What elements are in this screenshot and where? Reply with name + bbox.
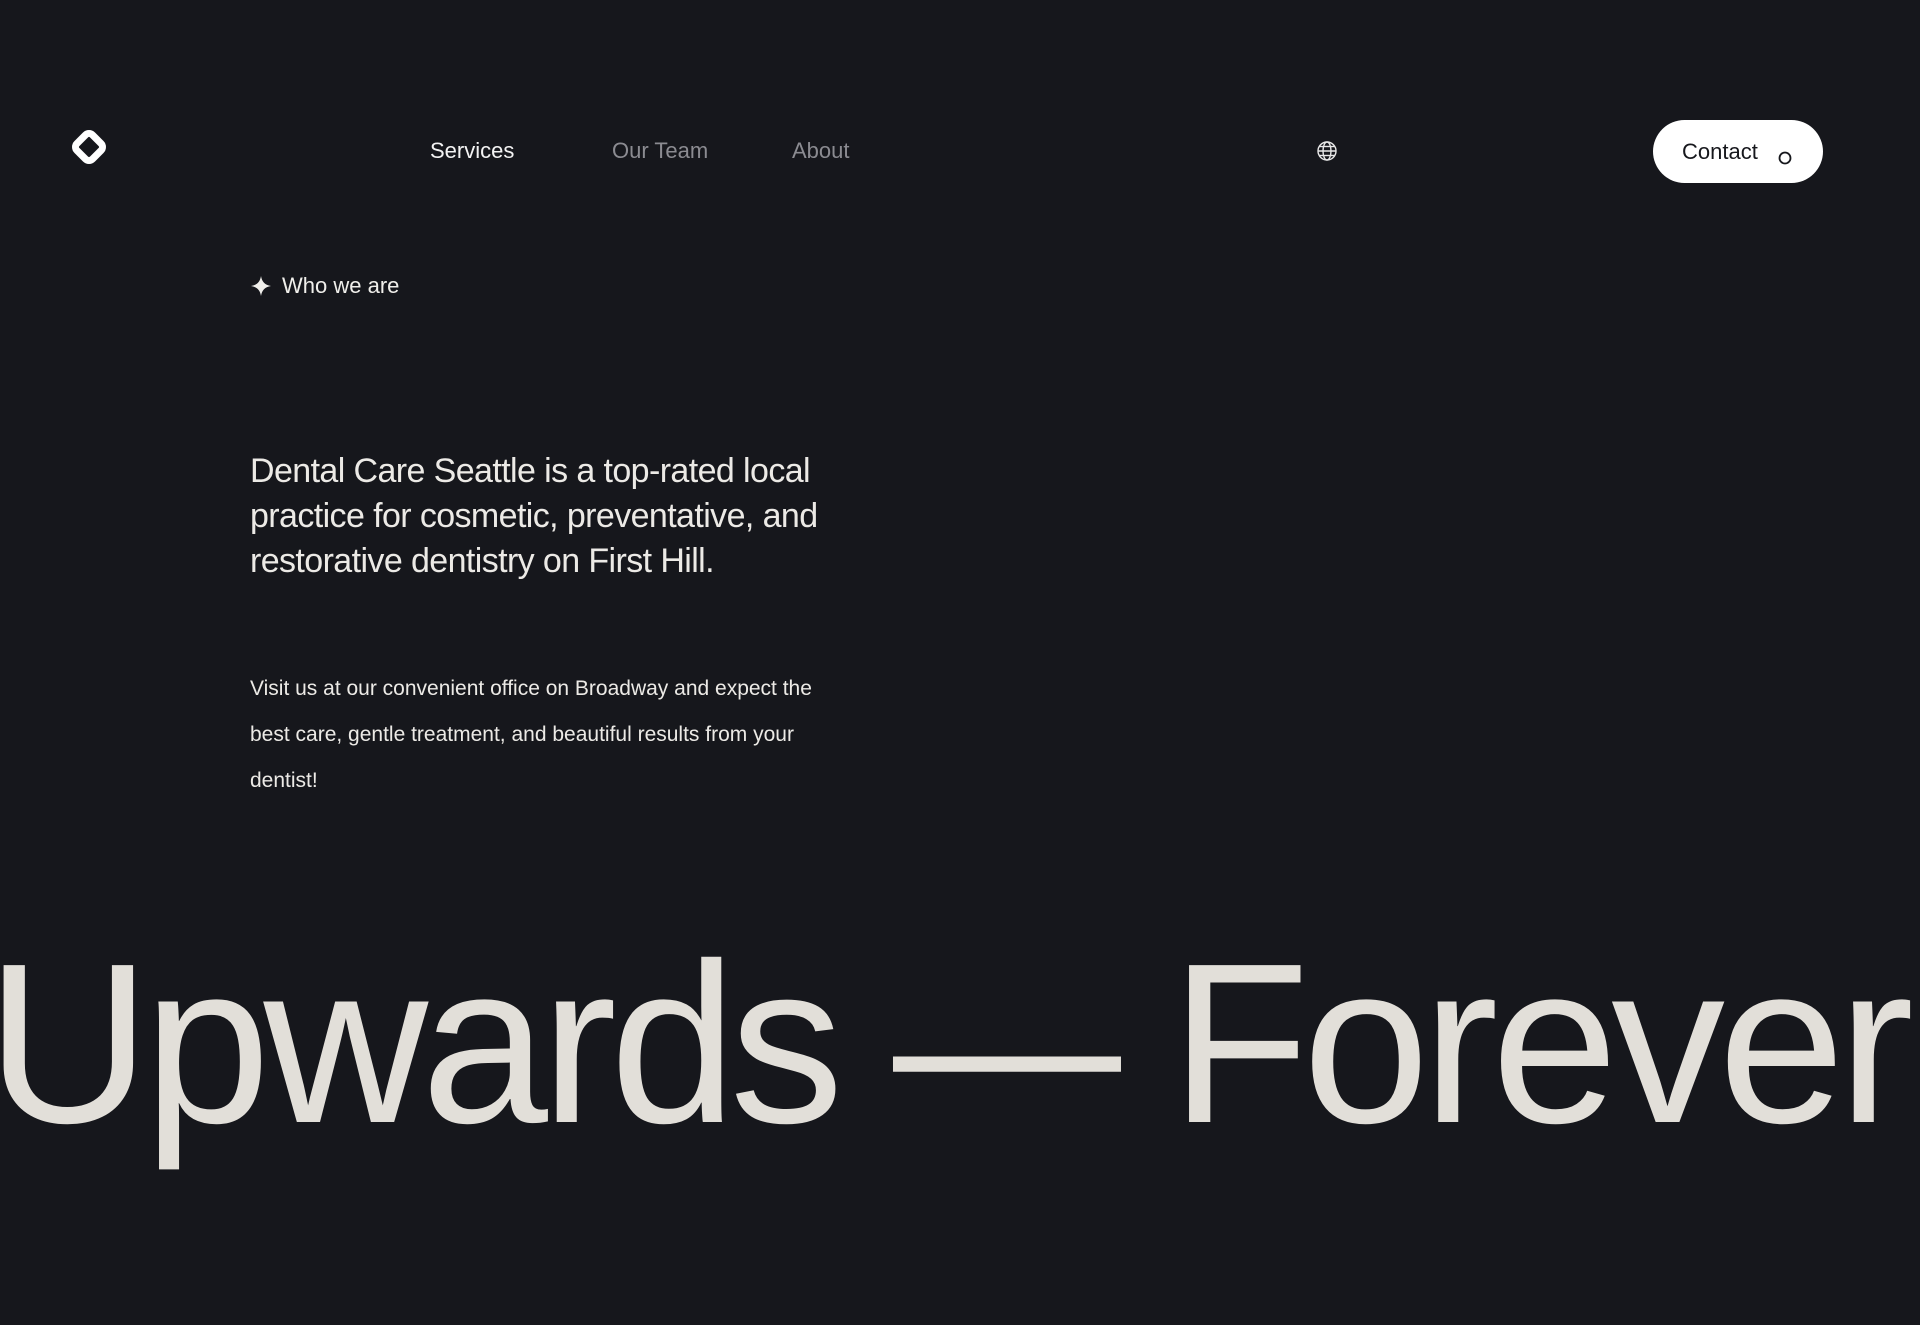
intro-headline: Dental Care Seattle is a top-rated local…: [250, 452, 818, 580]
nav-link-about[interactable]: About: [792, 137, 850, 165]
nav-link-our-team[interactable]: Our Team: [612, 137, 708, 165]
nav-link-services[interactable]: Services: [430, 137, 514, 165]
logo-icon[interactable]: [69, 127, 109, 167]
circle-icon: [1778, 145, 1792, 165]
contact-button[interactable]: Contact: [1653, 120, 1823, 183]
intro-body: Visit us at our convenient office on Bro…: [250, 677, 812, 792]
eyebrow-label: Who we are: [282, 273, 400, 298]
page: Services Our Team About Contact Who we a…: [0, 0, 1920, 1325]
contact-button-label: Contact: [1682, 138, 1758, 164]
section-eyebrow: Who we are: [250, 273, 399, 299]
sparkle-icon: [250, 275, 272, 297]
marquee-text: Upwards — Forever U: [0, 917, 1920, 1171]
globe-icon[interactable]: [1316, 140, 1338, 162]
